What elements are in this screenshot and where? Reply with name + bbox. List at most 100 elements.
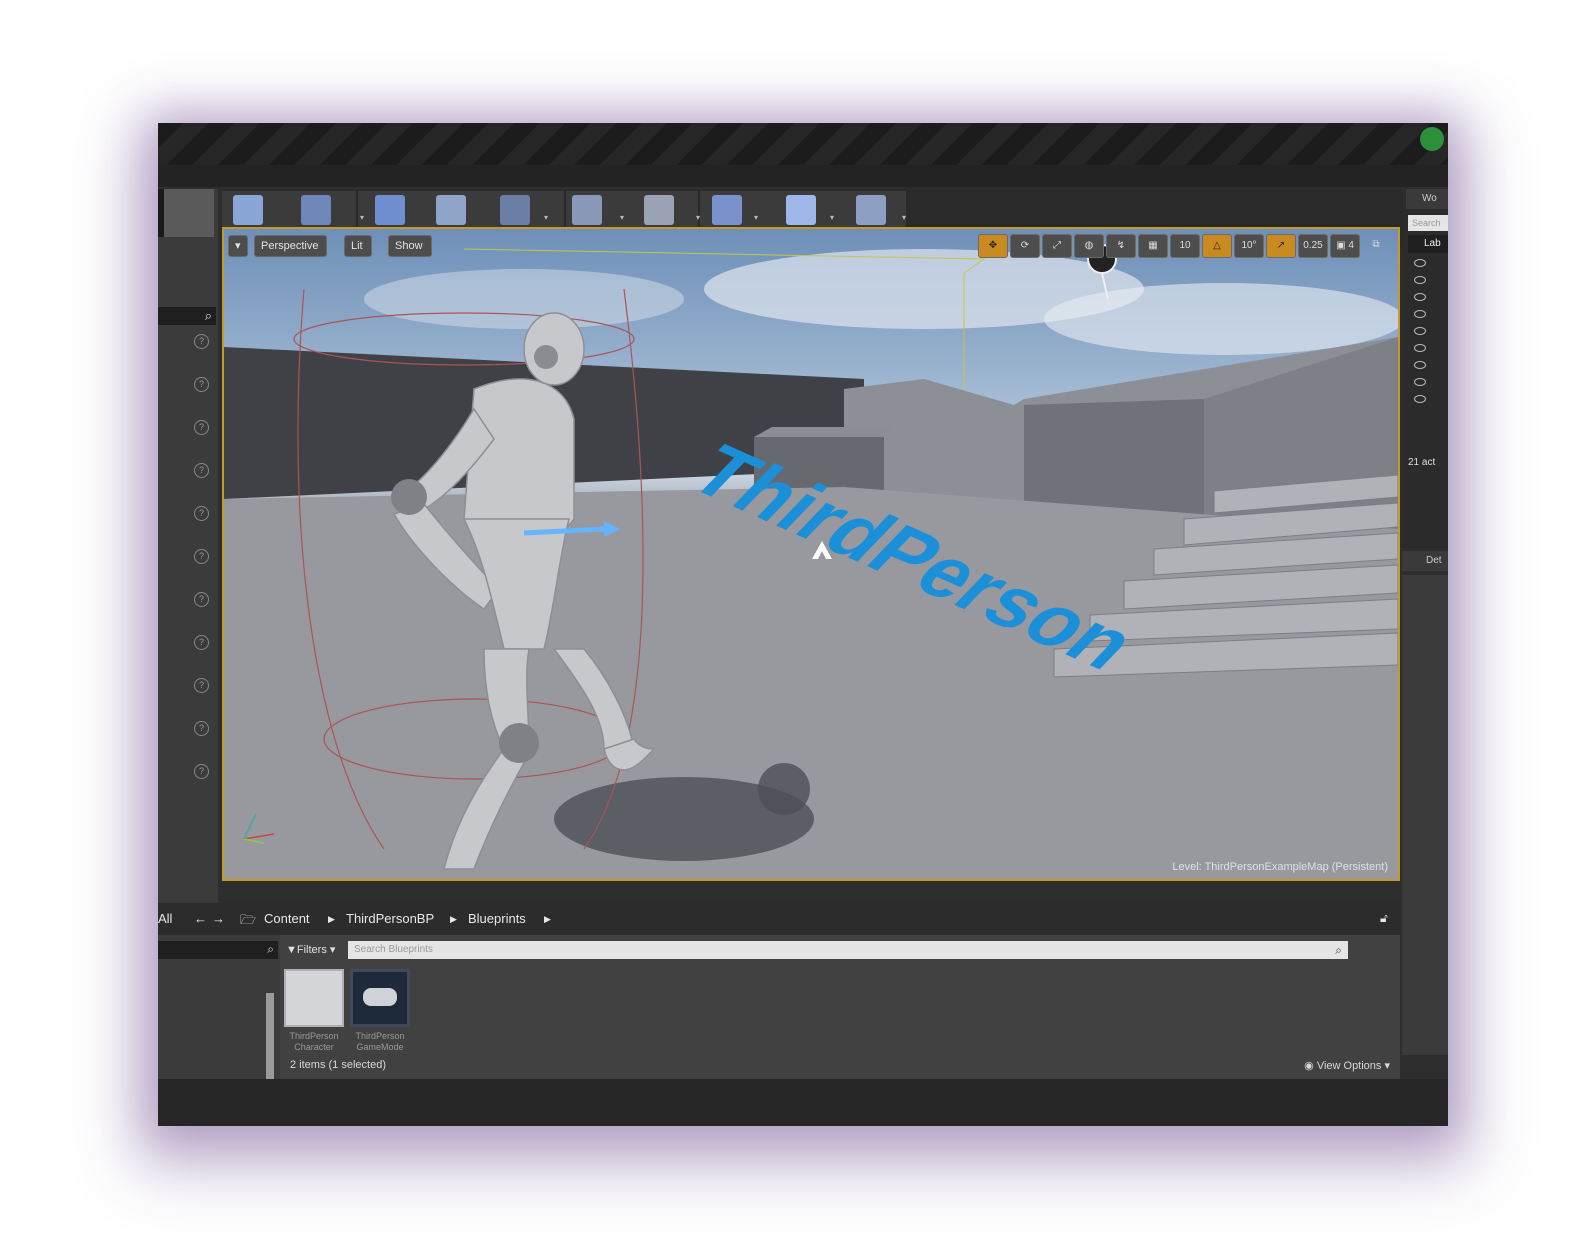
breadcrumb-content[interactable]: Content <box>264 911 310 926</box>
viewport-snap-controls: ✥ ⟳ ⤢ ◍ ↯ ▦ 10 △ 10° ↗ 0.25 ▣ 4 ⧉ <box>978 234 1390 258</box>
dropdown-caret-icon[interactable]: ▾ <box>754 213 758 222</box>
visibility-eye-icon[interactable] <box>1414 344 1426 352</box>
app-logo-icon <box>1420 127 1444 151</box>
help-icon[interactable]: ? <box>194 420 209 435</box>
asset-thirdperson-gamemode[interactable]: ThirdPerson GameMode <box>350 969 410 1053</box>
help-icon[interactable]: ? <box>194 678 209 693</box>
visibility-eye-icon[interactable] <box>1414 310 1426 318</box>
help-icon[interactable]: ? <box>194 592 209 607</box>
outliner-search-input[interactable]: Search <box>1408 215 1448 231</box>
view-options-button[interactable]: ◉ View Options ▾ <box>1304 1059 1390 1072</box>
dropdown-caret-icon[interactable]: ▾ <box>902 213 906 222</box>
outliner-label-column[interactable]: Lab <box>1408 235 1448 253</box>
sources-panel: ⌕ <box>158 935 278 1087</box>
help-icon[interactable]: ? <box>194 549 209 564</box>
grid-snap-icon[interactable]: ▦ <box>1138 234 1168 258</box>
details-panel <box>1402 575 1448 1055</box>
level-label: Level: ThirdPersonExampleMap (Persistent… <box>1172 861 1388 873</box>
dropdown-caret-icon[interactable]: ▾ <box>544 213 548 222</box>
maximize-viewport-icon[interactable]: ⧉ <box>1362 234 1390 256</box>
search-icon: ⌕ <box>1335 943 1342 957</box>
forward-arrow-icon[interactable]: → <box>212 911 225 926</box>
title-bar <box>158 123 1448 165</box>
help-icon[interactable]: ? <box>194 506 209 521</box>
filter-icon: ▼ <box>286 944 297 956</box>
status-bar <box>158 1079 1448 1126</box>
settings-icon <box>500 195 530 225</box>
visibility-eye-icon[interactable] <box>1414 395 1426 403</box>
modes-search-input[interactable]: ⌕ <box>158 307 216 325</box>
all-button[interactable]: All <box>158 911 172 926</box>
help-icon[interactable]: ? <box>194 764 209 779</box>
visibility-eye-icon[interactable] <box>1414 293 1426 301</box>
sources-scrollbar[interactable] <box>266 993 274 1087</box>
gamepad-thumbnail-icon <box>350 969 410 1027</box>
dropdown-caret-icon[interactable]: ▾ <box>830 213 834 222</box>
asset-area: ▼Filters ▾ Search Blueprints ⌕ ThirdPers… <box>280 935 1400 1079</box>
search-icon: ⌕ <box>267 942 274 956</box>
content-browser-nav: All ← → 🗁 Content ▶ ThirdPersonBP ▶ Blue… <box>158 903 1400 935</box>
details-tab[interactable]: Det <box>1402 551 1448 571</box>
visibility-eye-icon[interactable] <box>1414 361 1426 369</box>
breadcrumb-separator-icon: ▶ <box>328 914 335 924</box>
scale-snap-value[interactable]: 0.25 <box>1298 234 1328 258</box>
content-browser: All ← → 🗁 Content ▶ ThirdPersonBP ▶ Blue… <box>158 903 1400 1087</box>
scale-icon[interactable]: ⤢ <box>1042 234 1072 258</box>
asset-thirdperson-character[interactable]: ThirdPerson Character <box>284 969 344 1053</box>
visibility-eye-icon[interactable] <box>1414 327 1426 335</box>
launch-icon <box>856 195 886 225</box>
scene-render: ThirdPerson <box>224 244 1398 879</box>
actor-count: 21 act <box>1408 457 1436 468</box>
breadcrumb-blueprints[interactable]: Blueprints <box>468 911 526 926</box>
breadcrumb-thirdpersonbp[interactable]: ThirdPersonBP <box>346 911 434 926</box>
scale-snap-icon[interactable]: ↗ <box>1266 234 1296 258</box>
dropdown-caret-icon[interactable]: ▾ <box>696 213 700 222</box>
character-thumbnail-icon <box>284 969 344 1027</box>
lit-button[interactable]: Lit <box>344 235 372 257</box>
content-icon <box>375 195 405 225</box>
help-icon[interactable]: ? <box>194 635 209 650</box>
menu-bar <box>158 165 1448 187</box>
camera-speed-value: 4 <box>1348 240 1354 251</box>
camera-speed-button[interactable]: ▣ 4 <box>1330 234 1360 258</box>
modes-panel: ⌕ ??????????? <box>158 189 218 1001</box>
asset-search-input[interactable]: Search Blueprints ⌕ <box>348 941 1348 959</box>
eye-icon: ◉ <box>1304 1060 1317 1072</box>
cinematics-icon <box>644 195 674 225</box>
help-icon[interactable]: ? <box>194 463 209 478</box>
viewport-options-button[interactable]: ▾ <box>228 235 248 257</box>
help-icon[interactable]: ? <box>194 721 209 736</box>
help-icon[interactable]: ? <box>194 334 209 349</box>
filters-button[interactable]: ▼Filters ▾ <box>286 941 335 959</box>
lock-icon[interactable]: 🔓︎ <box>1380 911 1388 926</box>
sources-search-input[interactable]: ⌕ <box>158 941 278 959</box>
visibility-eye-icon[interactable] <box>1414 378 1426 386</box>
world-outliner-tab[interactable]: Wo <box>1406 189 1448 209</box>
rotate-icon[interactable]: ⟳ <box>1010 234 1040 258</box>
visibility-eye-icon[interactable] <box>1414 259 1426 267</box>
build-icon <box>712 195 742 225</box>
rotation-snap-value[interactable]: 10° <box>1234 234 1264 258</box>
breadcrumb-separator-icon: ▶ <box>450 914 457 924</box>
blueprints-icon <box>572 195 602 225</box>
grid-snap-value[interactable]: 10 <box>1170 234 1200 258</box>
back-arrow-icon[interactable]: ← <box>194 911 207 926</box>
breadcrumb-separator-icon: ▶ <box>544 914 551 924</box>
chevron-down-icon: ▾ <box>1381 1060 1390 1072</box>
chevron-down-icon: ▾ <box>326 944 336 956</box>
editor-window: ⌕ ??????????? SaveSource Control▾Content… <box>158 123 1448 1126</box>
level-viewport[interactable]: ThirdPerson ▾ Perspective Lit Show ✥ ⟳ ⤢… <box>222 227 1400 881</box>
search-icon: ⌕ <box>204 308 212 323</box>
help-icon[interactable]: ? <box>194 377 209 392</box>
perspective-button[interactable]: Perspective <box>254 235 328 257</box>
world-local-icon[interactable]: ◍ <box>1074 234 1104 258</box>
folder-icon: 🗁 <box>240 912 257 927</box>
show-button[interactable]: Show <box>388 235 432 257</box>
surface-snap-icon[interactable]: ↯ <box>1106 234 1136 258</box>
source-control-icon <box>301 195 331 225</box>
modes-tab[interactable] <box>164 189 214 237</box>
rotation-snap-icon[interactable]: △ <box>1202 234 1232 258</box>
translate-icon[interactable]: ✥ <box>978 234 1008 258</box>
play-icon <box>786 195 816 225</box>
visibility-eye-icon[interactable] <box>1414 276 1426 284</box>
